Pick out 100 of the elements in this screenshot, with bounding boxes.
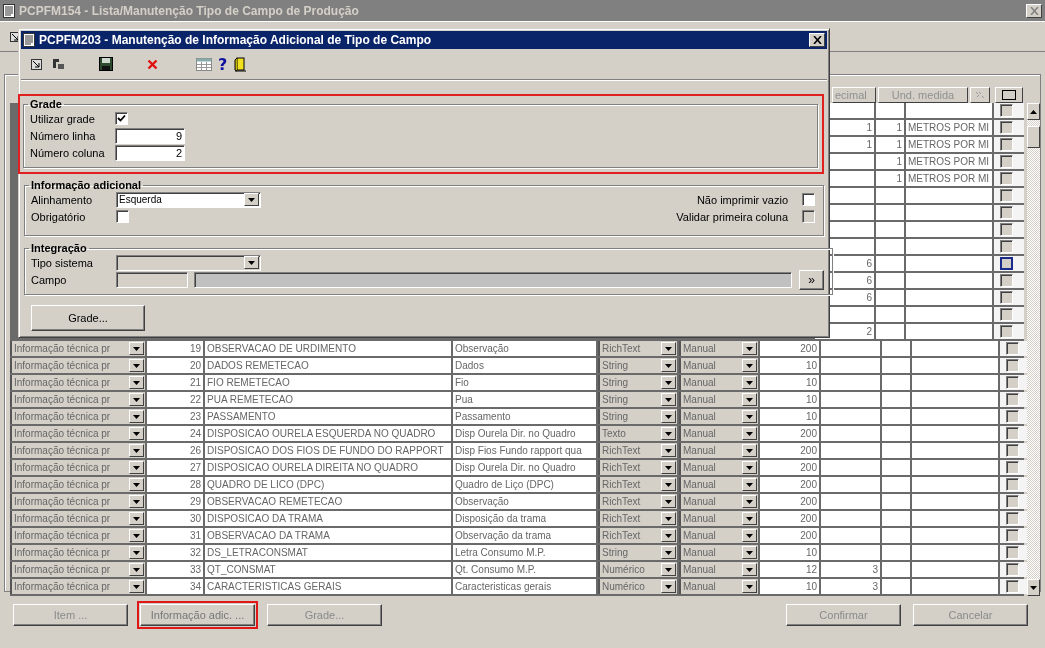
dropdown[interactable]: String	[598, 392, 677, 407]
dropdown[interactable]: Manual	[679, 579, 758, 594]
dropdown[interactable]: RichText	[598, 341, 677, 356]
checkbox[interactable]	[1000, 121, 1013, 134]
dropdown[interactable]: String	[598, 545, 677, 560]
checkbox[interactable]	[115, 112, 128, 125]
checkbox[interactable]	[1000, 257, 1013, 270]
dropdown[interactable]: Manual	[679, 375, 758, 390]
checkbox[interactable]	[1006, 461, 1019, 474]
close-button[interactable]	[809, 33, 825, 47]
dropdown[interactable]: Informação técnica pr	[10, 358, 145, 373]
dropdown[interactable]: RichText	[598, 460, 677, 475]
dropdown[interactable]: Manual	[679, 443, 758, 458]
checkbox[interactable]	[1006, 410, 1019, 423]
checkbox[interactable]	[802, 193, 815, 206]
checkbox[interactable]	[1006, 393, 1019, 406]
checkbox[interactable]	[1000, 138, 1013, 151]
checkbox[interactable]	[1000, 206, 1013, 219]
action-button[interactable]: Confirmar	[786, 604, 901, 626]
grade-button[interactable]: Grade...	[31, 305, 145, 331]
checkbox[interactable]	[1006, 512, 1019, 525]
column-button[interactable]	[970, 87, 990, 103]
checkbox[interactable]	[1000, 155, 1013, 168]
dropdown[interactable]: Informação técnica pr	[10, 545, 145, 560]
checkbox[interactable]	[1006, 580, 1019, 593]
action-button[interactable]: Grade...	[267, 604, 382, 626]
dropdown[interactable]: Informação técnica pr	[10, 443, 145, 458]
dropdown[interactable]: Manual	[679, 511, 758, 526]
dropdown[interactable]: Informação técnica pr	[10, 409, 145, 424]
checkbox[interactable]	[1000, 189, 1013, 202]
dropdown[interactable]: RichText	[598, 511, 677, 526]
dropdown[interactable]: Informação técnica pr	[10, 562, 145, 577]
checkbox[interactable]	[1006, 427, 1019, 440]
checkbox[interactable]	[1006, 376, 1019, 389]
checkbox[interactable]	[1000, 104, 1013, 117]
door-icon[interactable]	[234, 56, 248, 72]
scrollbar[interactable]	[1027, 103, 1040, 596]
checkbox[interactable]	[1000, 240, 1013, 253]
scroll-up-icon[interactable]	[1027, 103, 1040, 120]
column-header[interactable]: ecimal	[832, 87, 876, 103]
help-button[interactable]: ?	[218, 54, 228, 74]
windows-icon[interactable]	[52, 58, 65, 70]
dropdown[interactable]: Informação técnica pr	[10, 341, 145, 356]
checkbox[interactable]	[116, 210, 129, 223]
dropdown[interactable]: Informação técnica pr	[10, 579, 145, 594]
action-button[interactable]: Item ...	[13, 604, 128, 626]
checkbox[interactable]	[1006, 563, 1019, 576]
checkbox[interactable]	[1000, 308, 1013, 321]
table-icon[interactable]	[196, 57, 212, 71]
dropdown[interactable]: RichText	[598, 528, 677, 543]
dropdown[interactable]: String	[598, 375, 677, 390]
checkbox[interactable]	[1006, 495, 1019, 508]
dropdown[interactable]: Numérico	[598, 579, 677, 594]
number-field[interactable]: 2	[115, 144, 185, 161]
checkbox[interactable]	[1000, 274, 1013, 287]
dropdown[interactable]: RichText	[598, 494, 677, 509]
arrow-icon[interactable]	[31, 58, 42, 70]
dropdown[interactable]: Informação técnica pr	[10, 511, 145, 526]
save-icon[interactable]	[99, 57, 113, 71]
checkbox[interactable]	[1000, 172, 1013, 185]
dropdown[interactable]: Manual	[679, 409, 758, 424]
column-button[interactable]	[995, 87, 1023, 103]
checkbox[interactable]	[1006, 444, 1019, 457]
dropdown[interactable]: Informação técnica pr	[10, 494, 145, 509]
number-field[interactable]: 9	[115, 127, 185, 144]
input-field[interactable]	[194, 271, 792, 288]
scroll-thumb[interactable]	[1027, 126, 1040, 148]
dropdown[interactable]: Informação técnica pr	[10, 392, 145, 407]
dropdown[interactable]: Informação técnica pr	[10, 375, 145, 390]
checkbox[interactable]	[1000, 291, 1013, 304]
dropdown[interactable]: String	[598, 409, 677, 424]
dropdown[interactable]: Texto	[598, 426, 677, 441]
checkbox[interactable]	[1006, 342, 1019, 355]
action-button[interactable]: Informação adic. ...	[140, 604, 255, 626]
dropdown[interactable]: RichText	[598, 443, 677, 458]
dropdown[interactable]: RichText	[598, 477, 677, 492]
dropdown[interactable]: Manual	[679, 477, 758, 492]
dropdown[interactable]: Esquerda	[116, 191, 261, 208]
dropdown[interactable]: Manual	[679, 426, 758, 441]
checkbox[interactable]	[1000, 223, 1013, 236]
checkbox[interactable]	[1006, 529, 1019, 542]
dropdown[interactable]: String	[598, 358, 677, 373]
cross-icon[interactable]	[147, 58, 158, 70]
dropdown[interactable]: Manual	[679, 392, 758, 407]
dropdown[interactable]: Manual	[679, 545, 758, 560]
dropdown[interactable]: Manual	[679, 460, 758, 475]
dropdown[interactable]: Informação técnica pr	[10, 477, 145, 492]
checkbox[interactable]	[1000, 325, 1013, 338]
dropdown[interactable]: Informação técnica pr	[10, 528, 145, 543]
dropdown[interactable]: Informação técnica pr	[10, 426, 145, 441]
dropdown[interactable]: Manual	[679, 528, 758, 543]
dropdown[interactable]: Numérico	[598, 562, 677, 577]
dropdown[interactable]: Informação técnica pr	[10, 460, 145, 475]
dropdown[interactable]: Manual	[679, 494, 758, 509]
browse-button[interactable]: »	[799, 269, 824, 290]
action-button[interactable]: Cancelar	[913, 604, 1028, 626]
checkbox[interactable]	[1006, 546, 1019, 559]
scroll-down-icon[interactable]	[1027, 579, 1040, 596]
dropdown[interactable]: Manual	[679, 341, 758, 356]
checkbox[interactable]	[1006, 478, 1019, 491]
